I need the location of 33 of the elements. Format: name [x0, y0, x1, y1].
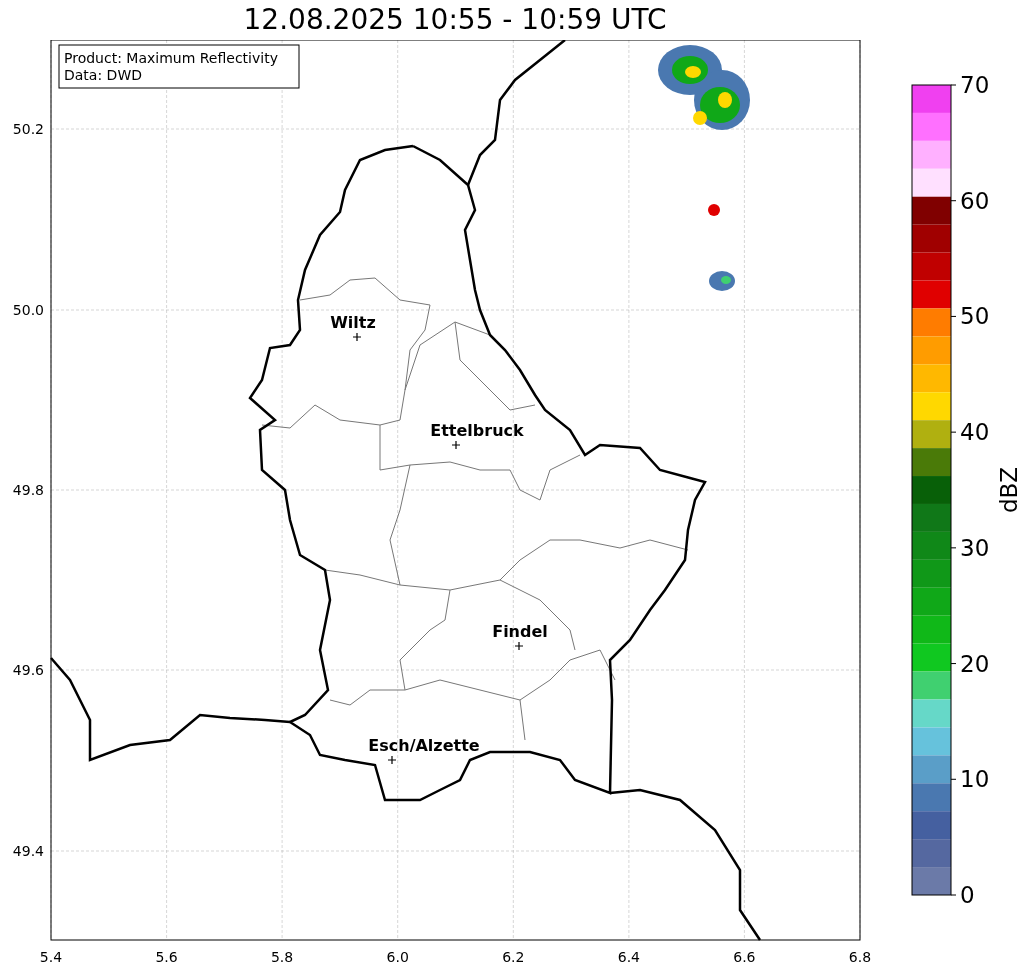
- latitude-label: 49.6: [12, 662, 44, 678]
- longitude-label: 5.6: [155, 949, 178, 965]
- longitude-label: 5.4: [39, 949, 63, 965]
- latitude-label: 50.2: [12, 121, 44, 137]
- city-label: Wiltz: [330, 313, 376, 332]
- colorbar-tick-label: 40: [960, 419, 990, 446]
- info-text: Data: DWD: [64, 67, 142, 83]
- colorbar-tick-label: 20: [960, 650, 990, 677]
- colorbar-tick-label: 0: [960, 882, 975, 908]
- colorbar-tick-label: 10: [960, 766, 990, 793]
- map-title: 12.08.2025 10:55 - 10:59 UTC: [243, 6, 667, 34]
- colorbar-label: dBZ: [996, 466, 1022, 514]
- longitude-label: 6.2: [502, 949, 525, 965]
- latitude-label: 50.0: [12, 302, 44, 318]
- longitude-label: 6.8: [848, 949, 872, 965]
- city-label: Findel: [492, 622, 548, 641]
- latitude-label: 49.8: [12, 482, 44, 498]
- longitude-label: 6.6: [733, 949, 756, 965]
- colorbar-tick-label: 60: [960, 187, 990, 214]
- city-marker: [387, 755, 397, 765]
- info-text: Product: Maximum Reflectivity: [64, 50, 278, 66]
- city-marker: [514, 641, 524, 651]
- colorbar-tick-label: 30: [960, 534, 990, 561]
- longitude-label: 5.8: [270, 949, 294, 965]
- longitude-label: 6.0: [386, 949, 409, 965]
- latitude-label: 49.4: [12, 843, 44, 859]
- colorbar-tick-label: 70: [960, 72, 990, 98]
- colorbar-tick-label: 50: [960, 303, 990, 330]
- city-marker: [352, 332, 362, 342]
- longitude-label: 6.4: [617, 949, 641, 965]
- city-label: Esch/Alzette: [368, 736, 480, 755]
- city-label: Ettelbruck: [430, 421, 524, 440]
- city-marker: [451, 440, 461, 450]
